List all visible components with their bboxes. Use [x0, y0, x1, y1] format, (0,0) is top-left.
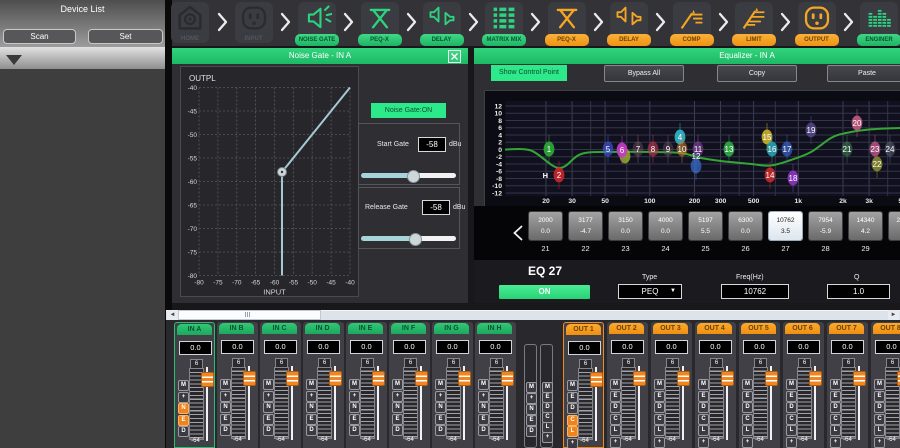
- svg-text:19: 19: [807, 126, 816, 135]
- svg-text:20: 20: [853, 119, 862, 128]
- svg-text:10: 10: [494, 111, 502, 118]
- svg-text:-4: -4: [496, 161, 502, 168]
- svg-text:-55: -55: [289, 280, 299, 287]
- svg-text:5: 5: [606, 145, 611, 154]
- svg-text:-75: -75: [213, 280, 223, 287]
- svg-text:13: 13: [725, 145, 734, 154]
- svg-text:200: 200: [689, 198, 701, 205]
- svg-text:-40: -40: [188, 85, 198, 92]
- svg-text:OUTPL: OUTPL: [189, 74, 216, 83]
- svg-text:-45: -45: [326, 280, 336, 287]
- svg-text:14: 14: [766, 171, 775, 180]
- svg-text:-50: -50: [307, 280, 317, 287]
- svg-text:12: 12: [692, 152, 701, 161]
- svg-text:-10: -10: [492, 183, 502, 190]
- svg-text:50: 50: [601, 198, 609, 205]
- svg-text:6: 6: [498, 125, 502, 132]
- svg-text:500: 500: [748, 198, 760, 205]
- svg-text:-60: -60: [188, 179, 198, 186]
- svg-text:100: 100: [644, 198, 656, 205]
- svg-text:3k: 3k: [865, 198, 873, 205]
- svg-text:18: 18: [789, 174, 798, 183]
- svg-text:1: 1: [547, 145, 552, 154]
- svg-text:4: 4: [678, 133, 683, 142]
- svg-text:4: 4: [498, 132, 502, 139]
- svg-text:-55: -55: [188, 156, 198, 163]
- svg-text:-6: -6: [496, 169, 502, 176]
- svg-text:8: 8: [498, 118, 502, 125]
- svg-text:0: 0: [498, 147, 502, 154]
- svg-text:-70: -70: [188, 226, 198, 233]
- svg-text:-40: -40: [345, 280, 355, 287]
- svg-text:6: 6: [620, 146, 625, 155]
- svg-text:-45: -45: [188, 109, 198, 116]
- svg-text:16: 16: [768, 145, 777, 154]
- svg-text:-60: -60: [270, 280, 280, 287]
- svg-text:300: 300: [715, 198, 727, 205]
- svg-text:23: 23: [871, 145, 880, 154]
- svg-text:-70: -70: [232, 280, 242, 287]
- svg-text:-8: -8: [496, 176, 502, 183]
- svg-text:-2: -2: [496, 154, 502, 161]
- svg-text:30: 30: [568, 198, 576, 205]
- svg-text:-75: -75: [188, 250, 198, 257]
- svg-text:10: 10: [678, 145, 687, 154]
- svg-text:2: 2: [498, 140, 502, 147]
- svg-text:17: 17: [783, 145, 792, 154]
- svg-text:24: 24: [886, 145, 895, 154]
- svg-text:1k: 1k: [795, 198, 803, 205]
- svg-text:9: 9: [666, 145, 671, 154]
- svg-text:-50: -50: [188, 132, 198, 139]
- svg-text:-12: -12: [492, 190, 502, 197]
- svg-text:H: H: [543, 171, 548, 180]
- svg-text:12: 12: [494, 103, 502, 110]
- svg-text:INPUT: INPUT: [263, 288, 286, 297]
- svg-text:2k: 2k: [839, 198, 847, 205]
- svg-text:-65: -65: [251, 280, 261, 287]
- svg-text:20: 20: [542, 198, 550, 205]
- svg-text:-80: -80: [194, 280, 204, 287]
- svg-text:2: 2: [557, 171, 562, 180]
- svg-text:-65: -65: [188, 203, 198, 210]
- svg-text:15: 15: [763, 133, 772, 142]
- svg-text:22: 22: [873, 160, 882, 169]
- svg-text:21: 21: [843, 145, 852, 154]
- svg-text:7: 7: [636, 145, 641, 154]
- svg-text:8: 8: [651, 145, 656, 154]
